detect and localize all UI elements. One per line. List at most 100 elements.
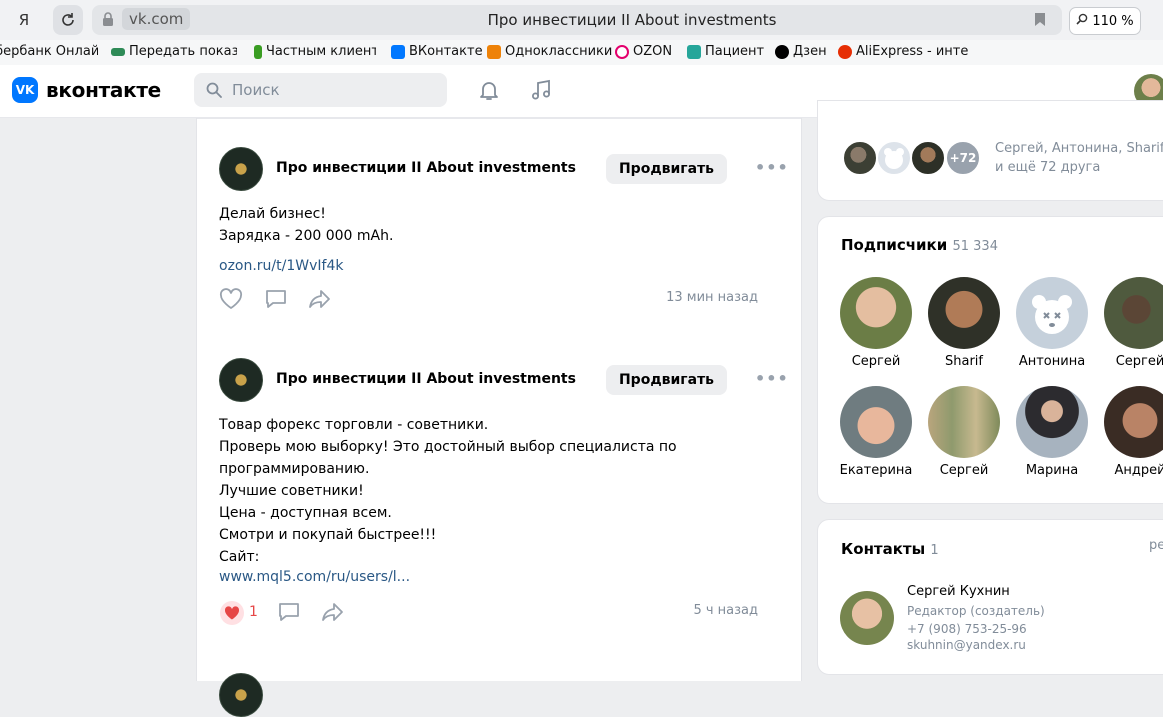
yandex-icon[interactable]: Я [9,5,39,35]
subscribers-title[interactable]: Подписчики 51 334 [841,236,998,254]
contact-avatar[interactable] [840,591,894,645]
post-text-line: Лучшие советники! [219,483,364,499]
community-avatar[interactable] [219,673,263,717]
bookmark-vkontakte[interactable]: ВКонтакте [391,44,483,59]
aliexpress-favicon-icon [838,44,852,59]
subscriber-avatar [1104,386,1163,458]
post-text: Товар форекс торговли - советники. Прове… [219,414,677,568]
subscriber-item[interactable]: Sharif [920,277,1008,369]
contact-phone: +7 (908) 753-25-96 [907,622,1027,636]
bookmark-dzen[interactable]: Дзен [775,44,827,59]
subscriber-avatar [840,386,912,458]
url-text[interactable]: vk.com [122,8,191,30]
search-icon [206,82,222,102]
subscriber-avatar [1104,277,1163,349]
subscriber-avatar [928,386,1000,458]
post-link[interactable]: www.mql5.com/ru/users/l... [219,569,410,585]
friend-avatar[interactable] [876,140,912,176]
bookmark-label: Одноклассники [505,44,613,59]
subscriber-name: Екатерина [839,463,913,478]
divider [197,118,801,119]
bookmark-sberbank[interactable]: Сбербанк Онлайн [0,44,98,59]
lock-icon [102,12,114,31]
friends-summary[interactable]: Сергей, Антонина, Sharif и ещё 72 друга [995,139,1163,177]
bookmark-label: AliExpress - интернет [856,44,968,59]
post-author[interactable]: Про инвестиции II About investments [276,371,576,387]
contact-name[interactable]: Сергей Кухнин [907,584,1010,599]
contact-email[interactable]: skuhnin@yandex.ru [907,638,1026,652]
bookmark-label: Дзен [793,44,827,59]
post-text-line: Проверь мою выборку! Это достойный выбор… [219,439,677,455]
zoom-icon [1076,13,1088,29]
subscriber-avatar [840,277,912,349]
deactivated-dog-avatar [1016,277,1088,349]
subscribers-card: Подписчики 51 334 Сергей Sharif Антонина… [817,216,1163,504]
like-icon[interactable] [219,288,243,314]
subscriber-name: Сергей [851,354,901,369]
reload-icon[interactable] [53,5,83,35]
subscriber-name: Sharif [945,354,983,369]
subscriber-item[interactable]: Сергей [920,386,1008,478]
subscriber-item[interactable]: Марина [1008,386,1096,478]
comment-icon[interactable] [277,601,301,627]
friends-names: Сергей, Антонина, Sharif [995,141,1163,156]
post-timestamp[interactable]: 13 мин назад [666,290,758,305]
subscriber-item[interactable]: Андрей [1096,386,1163,478]
bookmarks-bar: Сбербанк Онлайн Передать показания Частн… [0,40,1163,66]
bookmark-favicon-icon [254,44,262,59]
post-text-line: Делай бизнес! [219,206,326,222]
post-link[interactable]: ozon.ru/t/1WvIf4k [219,258,343,274]
subscriber-item[interactable]: Сергей [832,277,920,369]
more-options-icon[interactable]: ••• [755,369,789,388]
contacts-title[interactable]: Контакты 1 [841,540,939,558]
search-box[interactable] [194,73,447,107]
bookmark-meter-readings[interactable]: Передать показания [111,44,237,59]
zoom-indicator[interactable]: 110 % [1069,7,1141,35]
notifications-bell-icon[interactable] [477,78,501,106]
like-count: 1 [249,604,258,620]
more-options-icon[interactable]: ••• [755,158,789,177]
bookmark-odnoklassniki[interactable]: Одноклассники [487,44,612,59]
browser-toolbar: Я vk.com Про инвестиции II About investm… [0,0,1163,40]
post-actions: 13 мин назад [219,288,779,312]
bookmark-label: OZON [633,44,673,59]
post-text-line: Зарядка - 200 000 mAh. [219,228,394,244]
share-icon[interactable] [308,288,332,314]
music-icon[interactable] [529,78,553,106]
promote-button[interactable]: Продвигать [606,365,727,395]
like-icon-active[interactable] [219,601,245,629]
bookmark-label: Частным клиентам [266,44,376,59]
address-bar[interactable]: vk.com Про инвестиции II About investmen… [92,5,1062,35]
subscriber-item[interactable]: Екатерина [832,386,920,478]
bookmark-icon[interactable] [1034,12,1046,31]
bookmark-aliexpress[interactable]: AliExpress - интернет [838,44,968,59]
friend-avatar[interactable] [910,140,946,176]
promote-button[interactable]: Продвигать [606,154,727,184]
subscribers-title-text: Подписчики [841,236,948,254]
subscriber-item[interactable]: Сергей [1096,277,1163,369]
contacts-edit-link[interactable]: ред. [1149,538,1163,553]
vk-logo[interactable]: VK вконтакте [12,77,161,103]
wall-feed: Про инвестиции II About investments Прод… [196,118,802,717]
comment-icon[interactable] [264,288,288,314]
subscriber-item[interactable]: Антонина [1008,277,1096,369]
community-avatar[interactable] [219,358,263,402]
search-input[interactable] [230,80,434,100]
bookmark-ozon[interactable]: OZON [615,44,672,59]
contacts-count: 1 [930,543,939,558]
share-icon[interactable] [321,601,345,627]
more-friends-badge[interactable]: +72 [945,140,981,176]
community-avatar[interactable] [219,147,263,191]
bookmark-private-clients[interactable]: Частным клиентам [254,44,376,59]
ok-favicon-icon [487,44,501,59]
post-author[interactable]: Про инвестиции II About investments [276,160,576,176]
friend-avatar[interactable] [842,140,878,176]
post-timestamp[interactable]: 5 ч назад [693,603,758,618]
bookmark-label: Передать показания [129,44,237,59]
post-text-line: Смотри и покупай быстрее!!! [219,527,437,543]
bookmark-label: ВКонтакте [409,44,483,59]
subscriber-name: Антонина [1018,354,1086,369]
bookmark-label: Пациент [705,44,765,59]
bookmark-patient[interactable]: Пациент [687,44,764,59]
medical-cross-icon [687,44,701,59]
